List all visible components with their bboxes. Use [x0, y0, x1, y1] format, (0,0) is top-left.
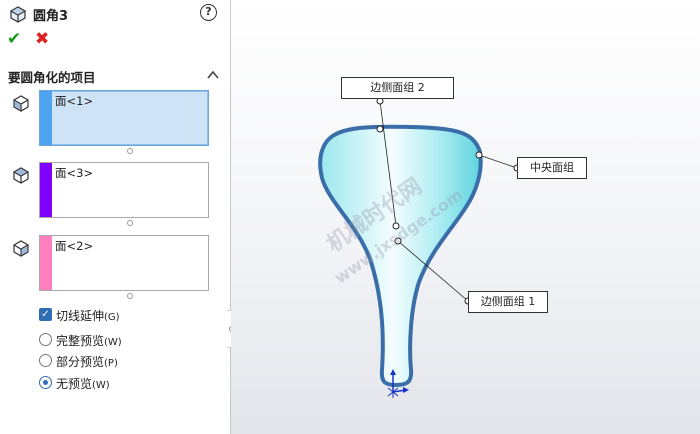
model-canvas[interactable] [231, 0, 700, 434]
confirm-check-icon[interactable]: ✔ [7, 30, 23, 48]
partial-preview-label: 部分预览(P) [56, 355, 118, 369]
face-set-2-row: 面<3> [0, 162, 231, 230]
face-set-1-row: 面<1> [0, 90, 231, 158]
resize-grip[interactable] [127, 220, 133, 226]
face-set-3-item[interactable]: 面<2> [55, 238, 93, 254]
resize-grip[interactable] [127, 148, 133, 154]
radio-button[interactable] [39, 354, 52, 367]
cancel-x-icon[interactable]: ✖ [35, 30, 51, 48]
radio-button[interactable] [39, 333, 52, 346]
leader-line-center [478, 154, 518, 169]
items-to-fillet-section-header[interactable]: 要圆角化的项目 [0, 64, 231, 86]
face-set-3-color-swatch [40, 236, 52, 290]
graphics-viewport[interactable]: 边侧面组 2 中央面组 边侧面组 1 机械时代网 www.jxsdge.com [231, 0, 700, 434]
face-set-3-row: 面<2> [0, 235, 231, 303]
face-selection-icon [12, 167, 30, 184]
resize-grip[interactable] [127, 293, 133, 299]
face-set-2-color-swatch [40, 163, 52, 217]
no-preview-label: 无预览(W) [56, 377, 110, 391]
filleted-part-body[interactable] [318, 124, 483, 388]
callout-center-face-set[interactable]: 中央面组 [517, 157, 587, 179]
panel-title: 圆角3 [33, 9, 69, 24]
face-set-2-listbox[interactable]: 面<3> [39, 162, 209, 218]
tangent-propagation-label: 切线延伸(G) [56, 309, 120, 323]
full-preview-label: 完整预览(W) [56, 334, 122, 348]
section-title: 要圆角化的项目 [8, 70, 96, 85]
anchor-point[interactable] [475, 151, 483, 159]
face-selection-icon [13, 240, 29, 257]
help-icon[interactable]: ? [200, 4, 217, 21]
face-set-1-color-swatch [40, 91, 52, 145]
radio-button-selected[interactable] [39, 376, 52, 389]
face-set-3-listbox[interactable]: 面<2> [39, 235, 209, 291]
chevron-up-icon[interactable] [206, 68, 220, 82]
face-set-1-listbox[interactable]: 面<1> [39, 90, 209, 146]
face-set-2-item[interactable]: 面<3> [55, 165, 93, 181]
panel-titlebar: 圆角3 ? [0, 0, 231, 28]
property-manager-panel: 圆角3 ? ✔ ✖ 要圆角化的项目 面<1> 面<3> 面<2> ✓ 切线延伸(… [0, 0, 231, 434]
face-set-1-item[interactable]: 面<1> [55, 93, 93, 109]
face-selection-icon [13, 95, 29, 112]
anchor-point[interactable] [376, 125, 384, 133]
checkbox-checked-icon[interactable]: ✓ [39, 308, 52, 321]
callout-side-face-set-2[interactable]: 边侧面组 2 [341, 77, 454, 99]
callout-side-face-set-1[interactable]: 边侧面组 1 [468, 291, 548, 313]
fillet-feature-icon [9, 6, 27, 23]
